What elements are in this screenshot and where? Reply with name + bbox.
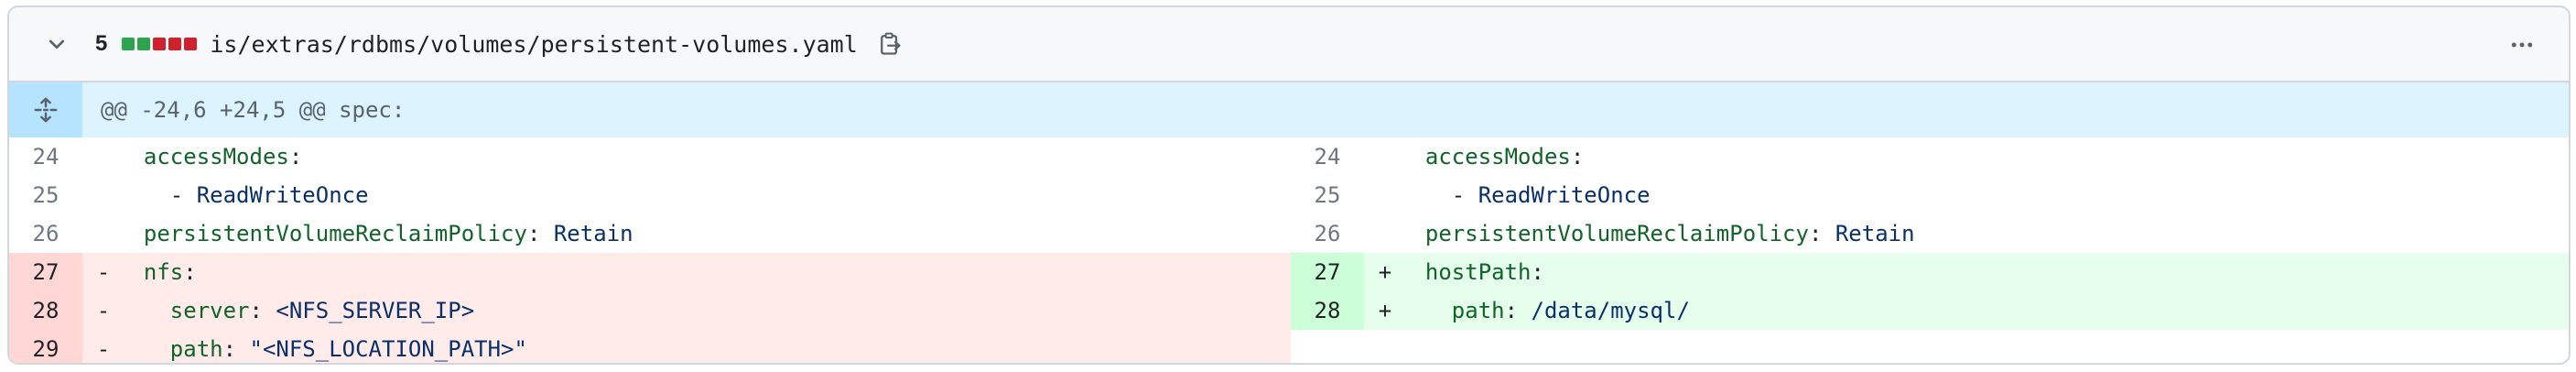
yaml-punctuation: : bbox=[1570, 144, 1585, 170]
line-number[interactable]: 25 bbox=[9, 176, 82, 214]
context-line: 25 - ReadWriteOnce bbox=[1291, 176, 2569, 214]
line-number[interactable]: 27 bbox=[9, 253, 82, 291]
code-content: persistentVolumeReclaimPolicy: Retain bbox=[117, 221, 633, 246]
diff-marker: - bbox=[96, 336, 111, 362]
yaml-punctuation: : bbox=[1504, 298, 1532, 323]
yaml-key: accessModes bbox=[143, 144, 289, 170]
yaml-value: ReadWriteOnce bbox=[1477, 182, 1651, 208]
line-number[interactable]: 25 bbox=[1291, 176, 1364, 214]
diff-marker: + bbox=[1378, 298, 1392, 323]
code-content: server: <NFS_SERVER_IP> bbox=[117, 298, 474, 323]
deleted-line: 28- server: <NFS_SERVER_IP> bbox=[9, 291, 1291, 330]
deleted-line: 27- nfs: bbox=[9, 253, 1291, 291]
line-number[interactable]: 26 bbox=[9, 214, 82, 253]
yaml-punctuation: : bbox=[222, 336, 250, 362]
yaml-punctuation: - bbox=[1451, 182, 1478, 208]
diffstat-square bbox=[137, 38, 151, 50]
diff-marker: - bbox=[96, 298, 111, 323]
line-number[interactable]: 24 bbox=[9, 137, 82, 176]
yaml-punctuation: : bbox=[249, 298, 276, 323]
diffstat-square bbox=[184, 38, 198, 50]
diffstat-square bbox=[168, 38, 182, 50]
diffstat-square bbox=[122, 38, 135, 50]
yaml-key: nfs bbox=[143, 259, 184, 285]
line-number[interactable]: 29 bbox=[9, 330, 82, 363]
diff-marker: + bbox=[1378, 259, 1392, 285]
context-line: 24 accessModes: bbox=[9, 137, 1291, 176]
chevron-down-icon[interactable] bbox=[44, 31, 70, 57]
yaml-punctuation: - bbox=[169, 182, 197, 208]
yaml-key: persistentVolumeReclaimPolicy bbox=[143, 221, 527, 246]
yaml-key: server bbox=[169, 298, 250, 323]
diffstat-square bbox=[153, 38, 167, 50]
line-number[interactable]: 27 bbox=[1291, 253, 1364, 291]
context-line: 26 persistentVolumeReclaimPolicy: Retain bbox=[9, 214, 1291, 253]
yaml-value: Retain bbox=[553, 221, 633, 246]
yaml-value: <NFS_SERVER_IP> bbox=[276, 298, 475, 323]
yaml-punctuation: : bbox=[526, 221, 554, 246]
deleted-line: 29- path: "<NFS_LOCATION_PATH>" bbox=[9, 330, 1291, 363]
hunk-header: @@ -24,6 +24,5 @@ spec: bbox=[101, 97, 406, 123]
code-content: path: /data/mysql/ bbox=[1399, 298, 1690, 323]
yaml-key: path bbox=[1451, 298, 1505, 323]
yaml-value: "<NFS_LOCATION_PATH>" bbox=[249, 336, 527, 362]
split-diff: 24 accessModes: 25 - ReadWriteOnce 26 pers… bbox=[9, 137, 2569, 363]
code-content: - ReadWriteOnce bbox=[1399, 182, 1651, 208]
hunk-header-row: @@ -24,6 +24,5 @@ spec: bbox=[9, 82, 2569, 137]
yaml-punctuation: : bbox=[1808, 221, 1835, 246]
code-content: accessModes: bbox=[117, 144, 302, 170]
line-number[interactable]: 26 bbox=[1291, 214, 1364, 253]
context-line: 25 - ReadWriteOnce bbox=[9, 176, 1291, 214]
code-content: hostPath: bbox=[1399, 259, 1544, 285]
left-side: 24 accessModes: 25 - ReadWriteOnce 26 pers… bbox=[9, 137, 1291, 363]
line-number[interactable]: 28 bbox=[9, 291, 82, 330]
code-content: persistentVolumeReclaimPolicy: Retain bbox=[1399, 221, 1915, 246]
yaml-punctuation: : bbox=[183, 259, 197, 285]
yaml-value: Retain bbox=[1835, 221, 1915, 246]
yaml-punctuation: : bbox=[288, 144, 303, 170]
code-content: nfs: bbox=[117, 259, 197, 285]
yaml-key: accessModes bbox=[1424, 144, 1571, 170]
unfold-icon[interactable] bbox=[9, 82, 82, 137]
diff-file: 5 is/extras/rdbms/volumes/persistent-vol… bbox=[7, 5, 2571, 365]
right-side: 24 accessModes: 25 - ReadWriteOnce 26 pers… bbox=[1291, 137, 2569, 363]
empty-line bbox=[1291, 330, 2569, 363]
context-line: 26 persistentVolumeReclaimPolicy: Retain bbox=[1291, 214, 2569, 253]
added-line: 28 + path: /data/mysql/ bbox=[1291, 291, 2569, 330]
kebab-horizontal-icon[interactable] bbox=[2508, 31, 2536, 59]
line-number[interactable]: 24 bbox=[1291, 137, 1364, 176]
context-line: 24 accessModes: bbox=[1291, 137, 2569, 176]
yaml-key: hostPath bbox=[1424, 259, 1532, 285]
yaml-value: ReadWriteOnce bbox=[196, 182, 369, 208]
copy-icon[interactable] bbox=[876, 30, 904, 58]
diffstat bbox=[122, 38, 198, 50]
code-content: - ReadWriteOnce bbox=[117, 182, 369, 208]
file-header: 5 is/extras/rdbms/volumes/persistent-vol… bbox=[9, 7, 2569, 82]
added-line: 27 + hostPath: bbox=[1291, 253, 2569, 291]
line-number[interactable]: 28 bbox=[1291, 291, 1364, 330]
yaml-key: path bbox=[169, 336, 223, 362]
yaml-key: persistentVolumeReclaimPolicy bbox=[1424, 221, 1809, 246]
code-content: accessModes: bbox=[1399, 144, 1584, 170]
diff-count: 5 bbox=[95, 31, 108, 56]
yaml-value: /data/mysql/ bbox=[1531, 298, 1690, 323]
file-path[interactable]: is/extras/rdbms/volumes/persistent-volum… bbox=[210, 31, 857, 58]
code-content: path: "<NFS_LOCATION_PATH>" bbox=[117, 336, 527, 362]
yaml-punctuation: : bbox=[1531, 259, 1544, 285]
diff-marker: - bbox=[96, 259, 111, 285]
